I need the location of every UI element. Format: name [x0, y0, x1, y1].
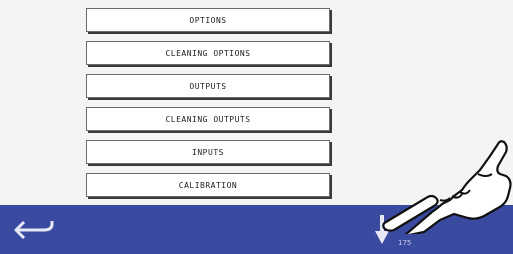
page-number: 175 — [398, 239, 412, 247]
menu-button-cleaning-outputs[interactable]: CLEANING OUTPUTS — [86, 107, 330, 131]
menu-button-options[interactable]: OPTIONS — [86, 8, 330, 32]
menu-button-inputs[interactable]: INPUTS — [86, 140, 330, 164]
menu-button-outputs[interactable]: OUTPUTS — [86, 74, 330, 98]
pointing-hand-icon — [380, 138, 513, 238]
menu-button-calibration[interactable]: CALIBRATION — [86, 173, 330, 197]
back-arrow-icon[interactable] — [12, 218, 56, 246]
menu-button-cleaning-options[interactable]: CLEANING OPTIONS — [86, 41, 330, 65]
